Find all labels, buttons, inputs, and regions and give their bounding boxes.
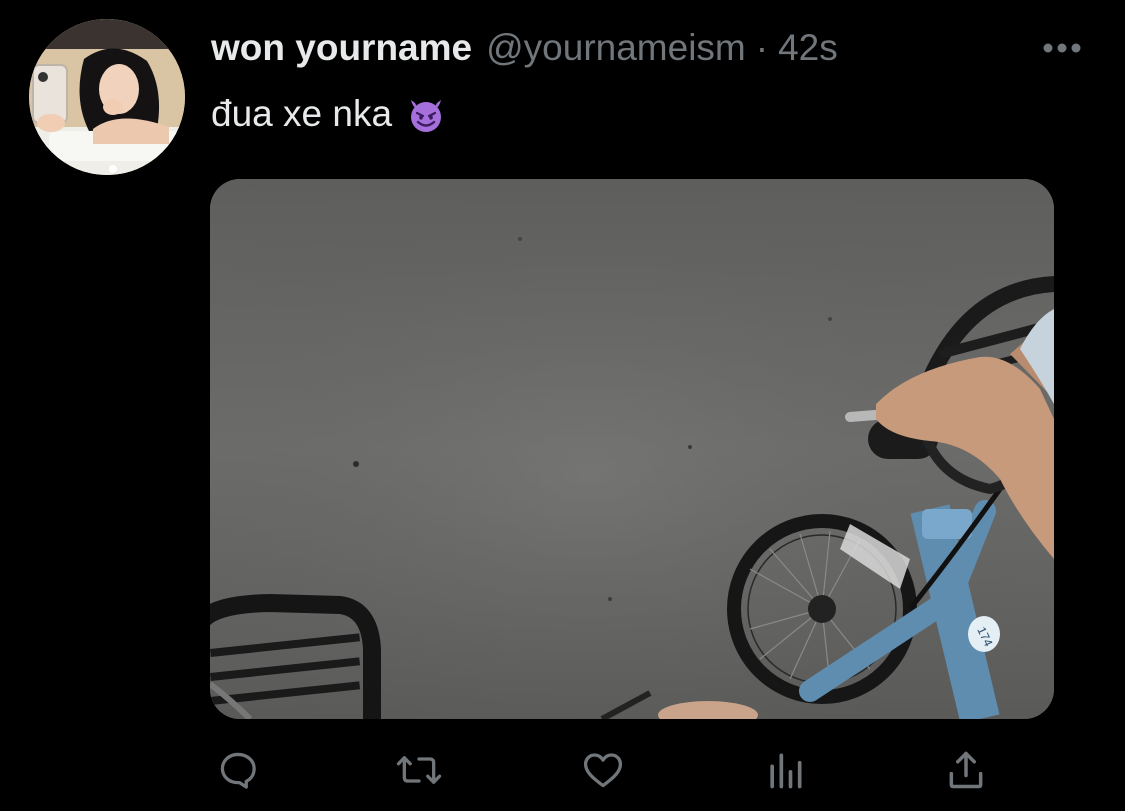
more-options-button[interactable] (1040, 30, 1084, 66)
views-button[interactable] (757, 742, 813, 798)
reply-button[interactable] (210, 742, 266, 798)
avatar[interactable] (29, 19, 185, 175)
tweet-media-photo[interactable]: 174 (210, 179, 1054, 719)
tweet: won yourname @yournameism · 42s đua xe n… (0, 0, 1125, 811)
tweet-header: won yourname @yournameism · 42s (211, 24, 838, 72)
tweet-body: đua xe nka (211, 93, 393, 134)
smiling-face-with-horns-icon (411, 100, 442, 132)
tweet-text: đua xe nka (211, 88, 446, 140)
more-horizontal-icon (1043, 43, 1081, 53)
heart-icon (583, 753, 623, 788)
timestamp[interactable]: 42s (778, 24, 838, 72)
display-name[interactable]: won yourname (211, 24, 472, 72)
tweet-actions-bar (0, 742, 1125, 798)
bicycle-photo: 174 (210, 179, 1054, 719)
views-chart-icon (770, 753, 802, 789)
share-button[interactable] (938, 742, 994, 798)
share-icon (949, 751, 983, 789)
retweet-icon (396, 756, 442, 784)
like-button[interactable] (575, 742, 631, 798)
retweet-button[interactable] (391, 742, 447, 798)
username-handle[interactable]: @yournameism (486, 24, 746, 72)
reply-icon (220, 752, 256, 789)
separator-dot: · (755, 27, 769, 68)
avatar-photo (29, 19, 185, 175)
